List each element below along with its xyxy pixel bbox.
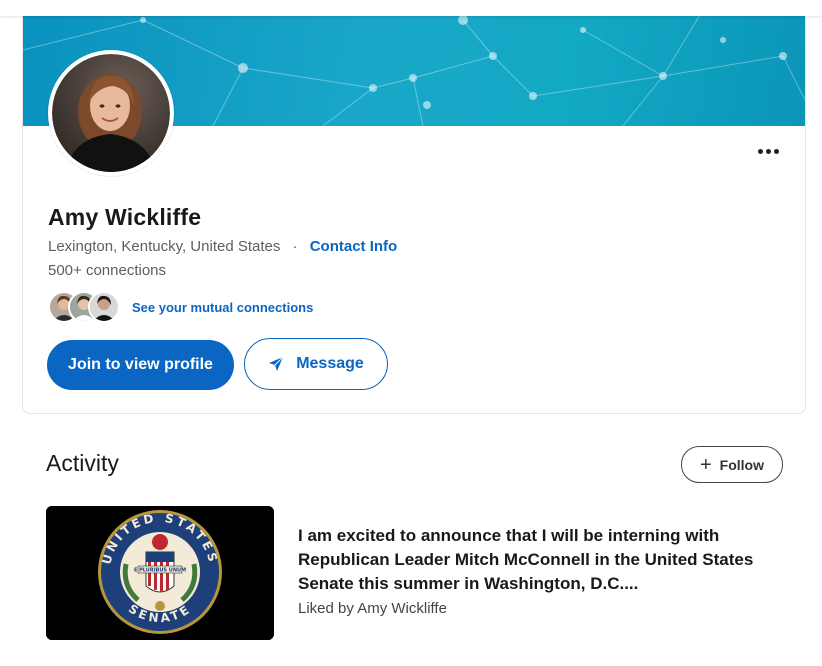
join-to-view-profile-button[interactable]: Join to view profile [47, 340, 234, 390]
mutual-connections-link[interactable]: See your mutual connections [132, 300, 313, 315]
follow-button[interactable]: + Follow [681, 446, 783, 483]
post-meta: Liked by Amy Wickliffe [298, 600, 447, 617]
profile-location: Lexington, Kentucky, United States [48, 238, 281, 255]
profile-photo [52, 54, 170, 172]
top-nav-bar [0, 0, 822, 16]
connections-count: 500+ connections [48, 262, 167, 279]
more-options-button[interactable] [755, 138, 781, 164]
svg-text:E PLURIBUS UNUM: E PLURIBUS UNUM [134, 568, 186, 574]
separator-dot: · [292, 238, 298, 255]
contact-info-link[interactable]: Contact Info [310, 238, 398, 255]
post-text[interactable]: I am excited to announce that I will be … [298, 524, 778, 596]
message-button[interactable]: Message [244, 338, 388, 390]
location-line: Lexington, Kentucky, United States · Con… [48, 238, 397, 255]
senate-seal-icon: UNITED STATES SENATE E PLURIBUS UNUM [46, 506, 274, 640]
plus-icon: + [699, 453, 712, 476]
mutual-connections[interactable]: See your mutual connections [48, 291, 313, 323]
activity-heading: Activity [46, 450, 119, 476]
post-image[interactable]: UNITED STATES SENATE E PLURIBUS UNUM [46, 506, 274, 640]
profile-avatar[interactable] [48, 50, 174, 176]
mutual-avatar [88, 291, 120, 323]
follow-label: Follow [719, 456, 764, 473]
profile-name: Amy Wickliffe [48, 204, 202, 230]
profile-card: Amy Wickliffe Lexington, Kentucky, Unite… [22, 10, 806, 414]
send-icon [269, 356, 284, 371]
message-label: Message [296, 355, 364, 372]
